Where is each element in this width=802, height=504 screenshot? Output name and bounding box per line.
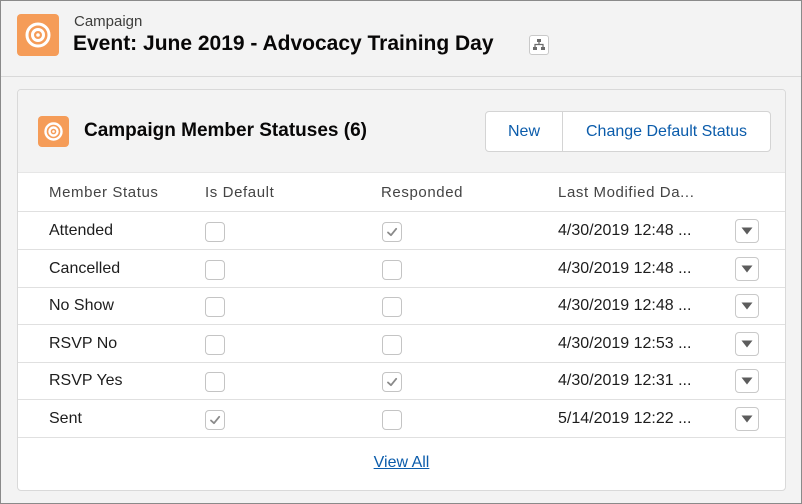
new-button[interactable]: New <box>486 112 562 151</box>
related-list-card: Campaign Member Statuses (6) New Change … <box>17 89 786 491</box>
last-modified-cell: 4/30/2019 12:53 ... <box>558 334 692 352</box>
is-default-checkbox <box>205 409 225 430</box>
checkmark-icon <box>387 227 398 237</box>
last-modified-cell: 4/30/2019 12:48 ... <box>558 222 692 239</box>
responded-checkbox <box>382 259 402 280</box>
chevron-down-icon <box>741 377 753 385</box>
card-actions: New Change Default Status <box>485 111 771 152</box>
table-row: RSVP No 4/30/2019 12:53 ... <box>18 325 785 363</box>
row-actions-button[interactable] <box>735 406 759 431</box>
change-default-status-button[interactable]: Change Default Status <box>562 112 770 151</box>
column-header-is-default[interactable]: Is Default <box>205 184 274 201</box>
table-row: Cancelled 4/30/2019 12:48 ... <box>18 250 785 288</box>
card-header: Campaign Member Statuses (6) New Change … <box>18 90 785 173</box>
column-header-last-modified[interactable]: Last Modified Da... <box>558 184 694 201</box>
checkmark-icon <box>210 415 221 424</box>
member-status-cell: Attended <box>49 222 114 239</box>
last-modified-cell: 4/30/2019 12:48 ... <box>558 259 692 277</box>
member-status-cell: Sent <box>49 409 82 427</box>
page-title: Event: June 2019 - Advocacy Training Day <box>73 32 494 55</box>
last-modified-cell: 5/14/2019 12:22 ... <box>558 409 692 427</box>
responded-checkbox <box>382 222 402 242</box>
chevron-down-icon <box>741 265 753 272</box>
campaign-target-icon <box>17 14 59 56</box>
responded-checkbox <box>382 409 402 430</box>
table-row: RSVP Yes 4/30/2019 12:31 ... <box>18 362 785 400</box>
hierarchy-button[interactable] <box>529 35 549 55</box>
row-actions-button[interactable] <box>735 369 759 393</box>
member-status-cell: RSVP No <box>49 334 118 352</box>
chevron-down-icon <box>741 415 753 422</box>
page-header: Campaign Event: June 2019 - Advocacy Tra… <box>1 1 801 77</box>
campaign-target-icon <box>38 116 69 147</box>
row-actions-button[interactable] <box>735 219 759 243</box>
responded-checkbox <box>382 334 402 355</box>
checkmark-icon <box>387 377 398 387</box>
table-row: Attended 4/30/2019 12:48 ... <box>18 212 785 250</box>
responded-checkbox <box>382 372 402 392</box>
column-header-responded[interactable]: Responded <box>381 184 463 201</box>
is-default-checkbox <box>205 222 225 242</box>
table-row: No Show 4/30/2019 12:48 ... <box>18 287 785 325</box>
column-header-member-status[interactable]: Member Status <box>49 184 159 201</box>
last-modified-cell: 4/30/2019 12:31 ... <box>558 372 692 389</box>
last-modified-cell: 4/30/2019 12:48 ... <box>558 297 692 314</box>
row-actions-button[interactable] <box>735 294 759 318</box>
row-actions-button[interactable] <box>735 331 759 356</box>
is-default-checkbox <box>205 372 225 392</box>
is-default-checkbox <box>205 259 225 280</box>
chevron-down-icon <box>741 227 753 235</box>
is-default-checkbox <box>205 297 225 317</box>
chevron-down-icon <box>741 340 753 347</box>
responded-checkbox <box>382 297 402 317</box>
chevron-down-icon <box>741 302 753 310</box>
hierarchy-icon <box>533 39 545 50</box>
is-default-checkbox <box>205 334 225 355</box>
table-row: Sent 5/14/2019 12:22 ... <box>18 400 785 438</box>
table-header: Member Status Is Default Responded Last … <box>18 173 785 212</box>
card-title: Campaign Member Statuses (6) <box>84 120 367 141</box>
row-actions-button[interactable] <box>735 256 759 281</box>
object-type-label: Campaign <box>74 13 143 30</box>
member-status-cell: No Show <box>49 297 114 314</box>
view-all-link[interactable]: View All <box>18 454 785 472</box>
member-status-cell: RSVP Yes <box>49 372 123 389</box>
member-status-cell: Cancelled <box>49 259 121 277</box>
